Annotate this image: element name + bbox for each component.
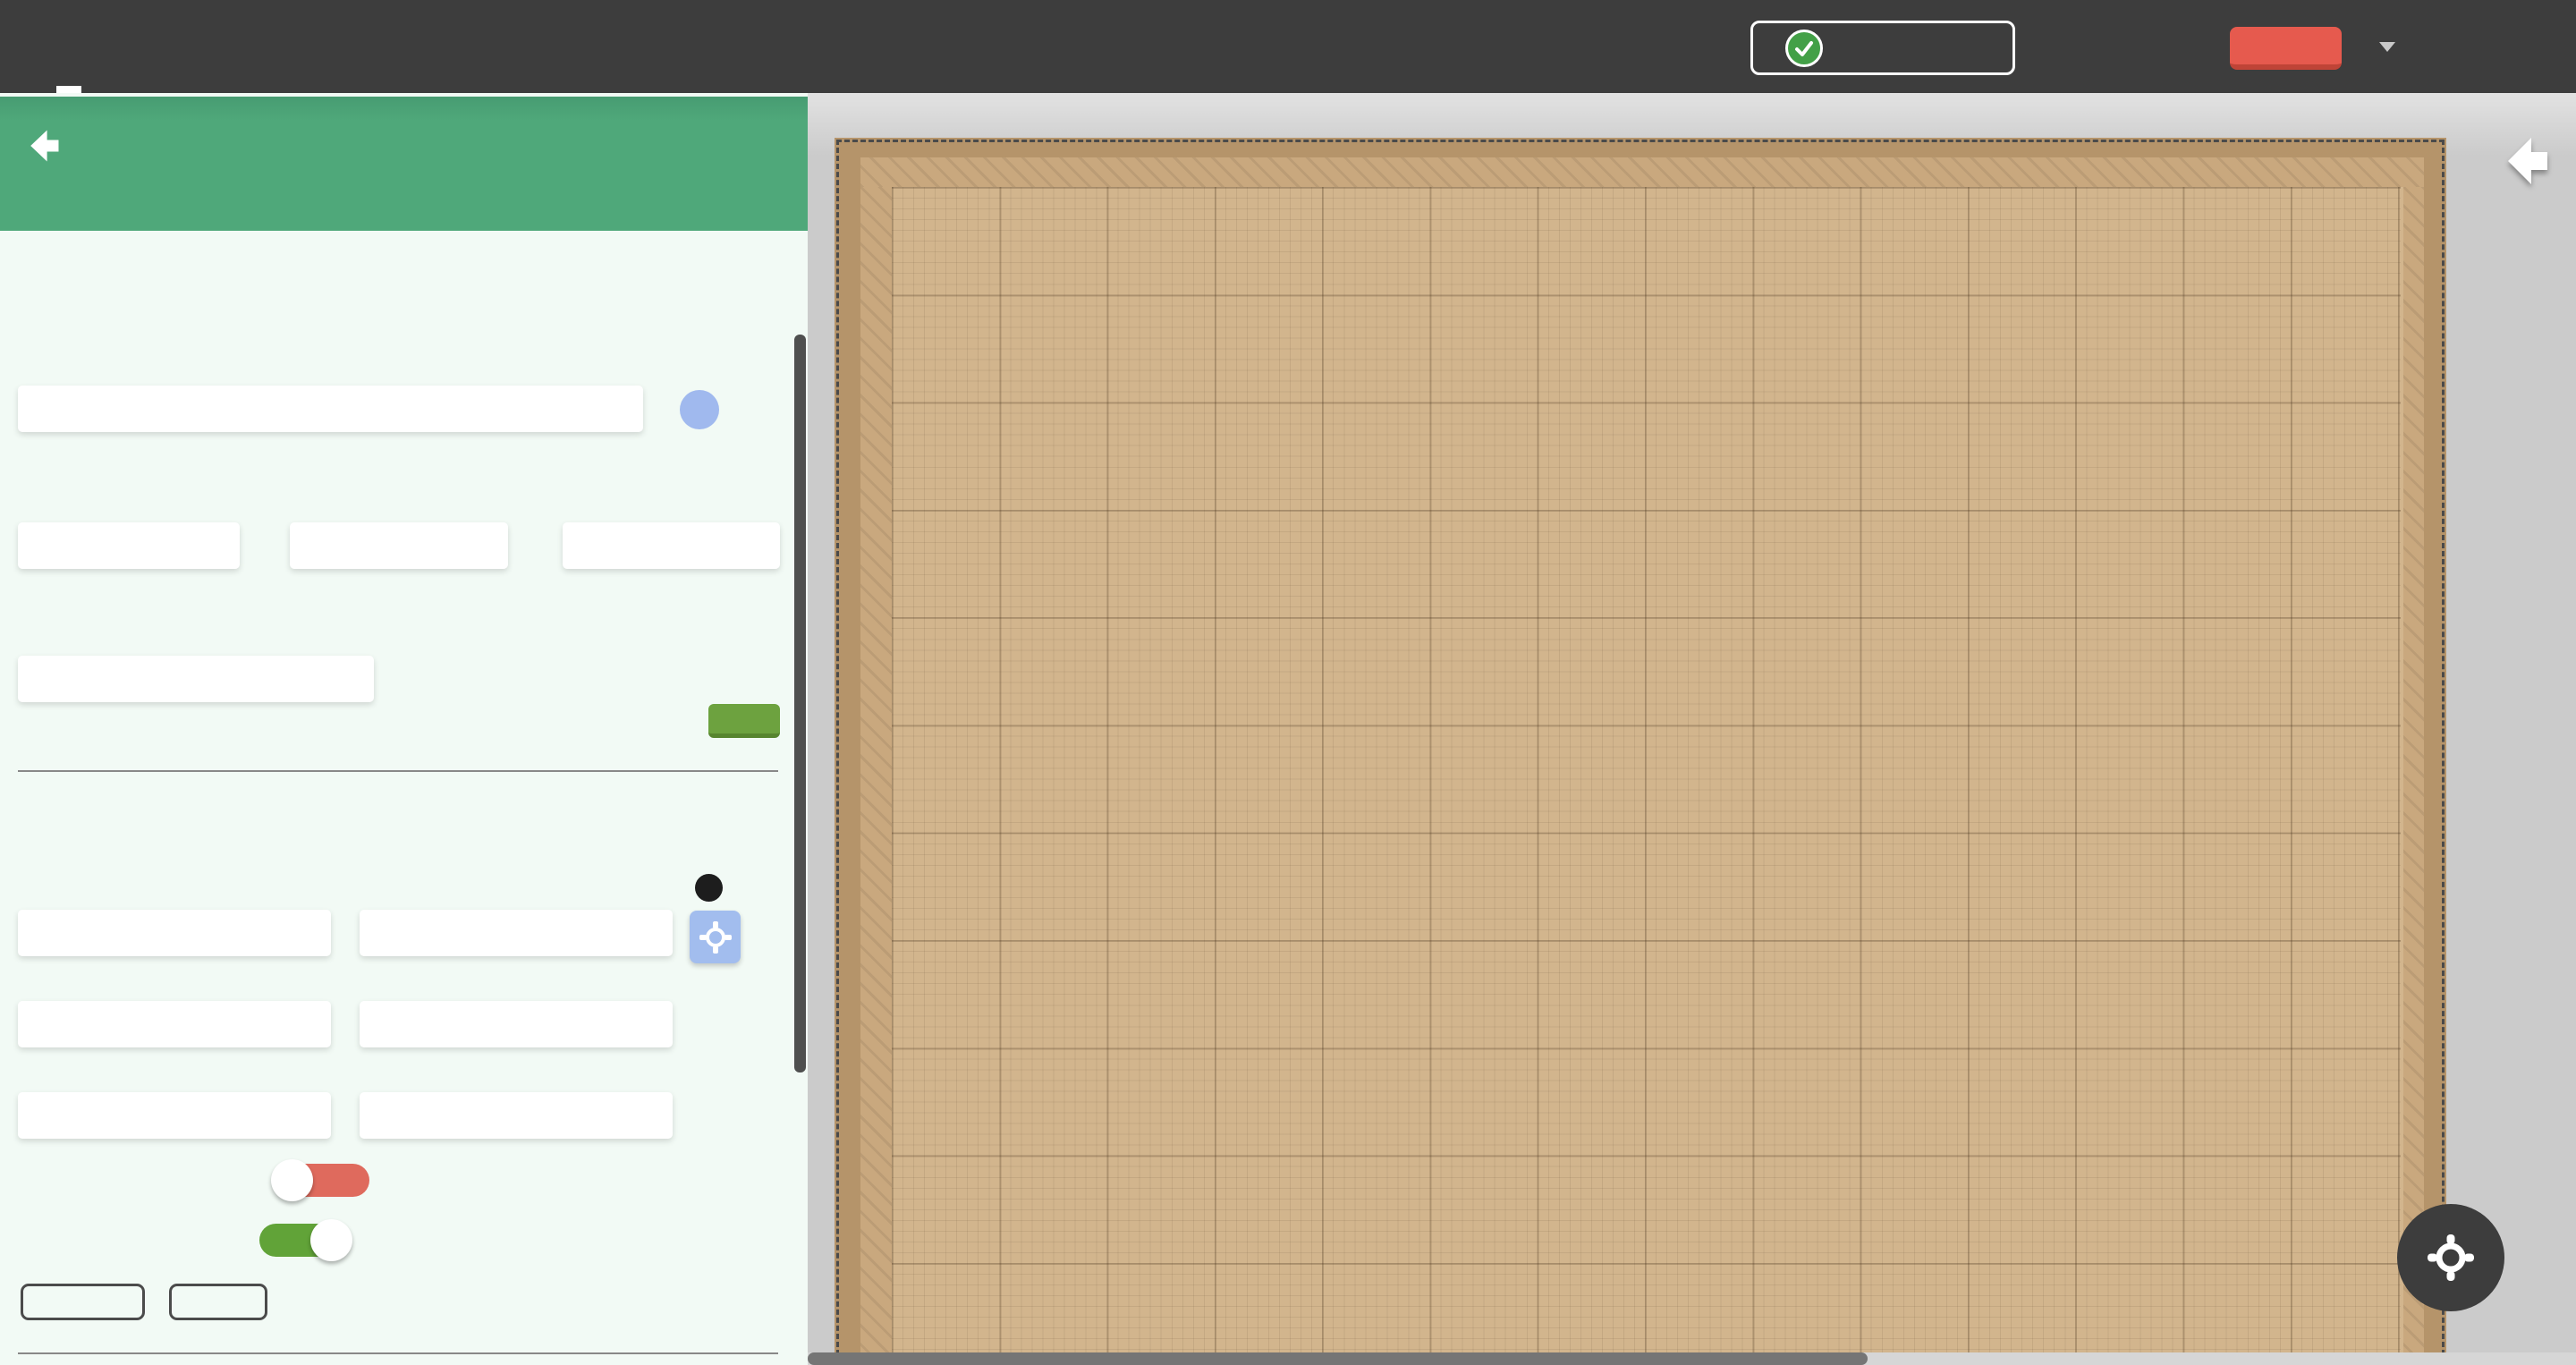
starting-x-field[interactable]: [18, 910, 331, 956]
spacing-h-field[interactable]: [360, 1092, 673, 1139]
toggle-knob: [310, 1219, 352, 1261]
back-arrow-icon[interactable]: [27, 125, 72, 170]
account-menu[interactable]: [2368, 0, 2395, 93]
name-input[interactable]: [18, 386, 643, 432]
negative-zone-hatch-right: [2403, 187, 2424, 1365]
camera-view-area-toggle[interactable]: [259, 1224, 349, 1257]
connectivity-ok-icon: [1785, 30, 1823, 67]
z-field[interactable]: [563, 522, 780, 569]
negative-zone-hatch-top: [860, 157, 2424, 187]
spacing-h-label: [360, 1064, 367, 1091]
plants-v-field[interactable]: [18, 1001, 331, 1047]
toggle-knob: [271, 1159, 313, 1201]
y-field[interactable]: [290, 522, 508, 569]
x-field[interactable]: [18, 522, 240, 569]
move-to-location-button[interactable]: [2397, 1204, 2504, 1311]
map-hscroll-thumb[interactable]: [808, 1352, 1868, 1365]
starting-x-label: [18, 878, 25, 905]
panel-scrollbar[interactable]: [794, 335, 806, 1072]
starting-y-field[interactable]: [360, 910, 673, 956]
plants-h-label: [360, 974, 367, 1002]
plants-v-label: [18, 974, 25, 1002]
chevron-down-icon: [2379, 42, 2395, 52]
spacing-v-field[interactable]: [18, 1092, 331, 1139]
help-icon[interactable]: [695, 874, 723, 902]
hexagonal-packing-toggle[interactable]: [275, 1164, 369, 1197]
spacing-v-label: [18, 1064, 25, 1091]
add-point-panel: [0, 93, 808, 1365]
map-hscroll-track[interactable]: [808, 1352, 2576, 1365]
grid-save-button[interactable]: [169, 1284, 267, 1320]
move-crosshair-icon: [699, 920, 733, 954]
panel-header: [0, 97, 808, 231]
soil-grid: [892, 187, 2401, 1365]
save-button[interactable]: [708, 704, 780, 738]
negative-zone-hatch-left: [860, 187, 892, 1365]
plants-h-field[interactable]: [360, 1001, 673, 1047]
cancel-button[interactable]: [21, 1284, 145, 1320]
use-current-location-button[interactable]: [690, 911, 741, 963]
starting-y-label: [360, 878, 367, 905]
estop-button[interactable]: [2230, 27, 2342, 70]
collapse-panel-arrow-icon[interactable]: [2504, 134, 2551, 190]
farmbot-app: [0, 0, 2576, 1365]
garden-map[interactable]: [808, 93, 2576, 1365]
locate-crosshair-icon: [2426, 1233, 2476, 1283]
top-nav: [0, 0, 2576, 93]
radius-field[interactable]: [18, 656, 374, 702]
divider: [18, 770, 778, 772]
connectivity-button[interactable]: [1750, 21, 2015, 75]
point-color-swatch[interactable]: [680, 390, 719, 429]
divider: [18, 1352, 778, 1354]
